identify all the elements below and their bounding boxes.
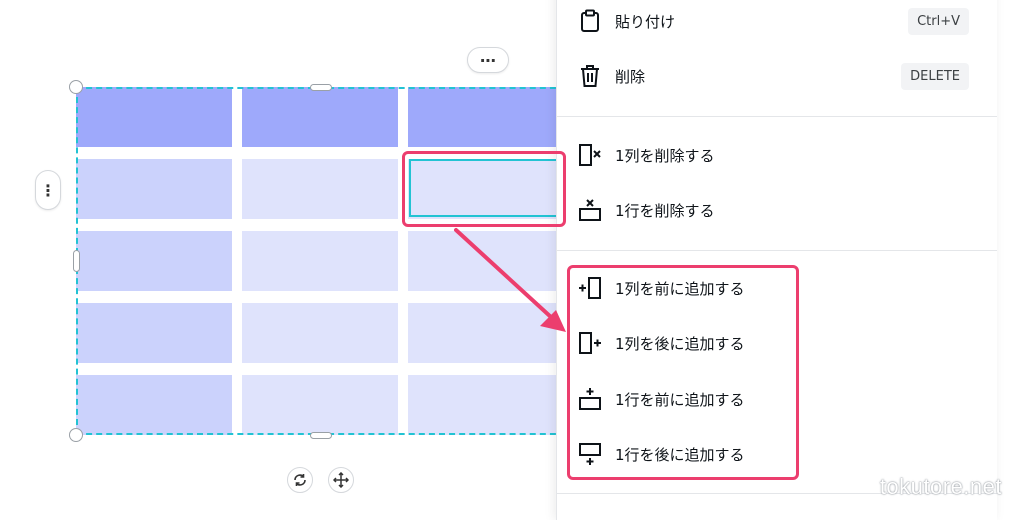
more-horizontal-icon: ⋯	[480, 50, 496, 70]
annotation-highlight-cell	[402, 151, 566, 227]
delete-column-icon	[577, 142, 603, 168]
table-cell[interactable]	[76, 303, 232, 363]
table-cell[interactable]	[408, 87, 564, 147]
menu-item-label: 1行を削除する	[615, 201, 715, 220]
move-icon	[333, 472, 349, 488]
table-cell[interactable]	[76, 375, 232, 435]
menu-item-label: 貼り付け	[615, 12, 676, 31]
table-cell[interactable]	[408, 303, 564, 363]
table-cell[interactable]	[242, 303, 398, 363]
table-cell[interactable]	[76, 231, 232, 291]
menu-item-paste[interactable]: 貼り付け Ctrl+V	[577, 3, 987, 39]
more-vertical-icon: ⋮	[40, 180, 56, 200]
move-button[interactable]	[328, 467, 354, 493]
shortcut-badge: DELETE	[901, 62, 969, 90]
watermark-text: tokutore.net	[879, 474, 1002, 499]
table-cell[interactable]	[242, 87, 398, 147]
table-cell[interactable]	[76, 87, 232, 147]
clipboard-icon	[577, 8, 603, 34]
menu-item-delete-column[interactable]: 1列を削除する	[577, 137, 987, 173]
resize-handle-top-left[interactable]	[69, 80, 83, 94]
row-options-button[interactable]: ⋮	[35, 170, 61, 210]
menu-divider	[557, 116, 997, 117]
table-cell[interactable]	[76, 159, 232, 219]
annotation-highlight-add-options	[567, 265, 799, 480]
delete-row-icon	[577, 197, 603, 223]
resize-handle-left[interactable]	[73, 250, 80, 272]
menu-item-delete-row[interactable]: 1行を削除する	[577, 192, 987, 228]
table-element[interactable]	[76, 87, 564, 435]
rotate-button[interactable]	[287, 467, 313, 493]
menu-item-label: 削除	[615, 67, 646, 86]
table-cell[interactable]	[242, 375, 398, 435]
resize-handle-bottom[interactable]	[310, 432, 332, 439]
table-cell[interactable]	[242, 159, 398, 219]
more-options-button[interactable]: ⋯	[467, 47, 509, 73]
table-cell[interactable]	[242, 231, 398, 291]
shortcut-badge: Ctrl+V	[908, 7, 969, 35]
trash-icon	[577, 63, 603, 89]
menu-item-label: 1列を削除する	[615, 146, 715, 165]
rotate-icon	[294, 474, 306, 486]
resize-handle-bottom-left[interactable]	[69, 428, 83, 442]
menu-divider	[557, 250, 997, 251]
table-cell[interactable]	[408, 231, 564, 291]
menu-item-delete[interactable]: 削除 DELETE	[577, 58, 987, 94]
table-cell[interactable]	[408, 375, 564, 435]
resize-handle-top[interactable]	[310, 84, 332, 91]
